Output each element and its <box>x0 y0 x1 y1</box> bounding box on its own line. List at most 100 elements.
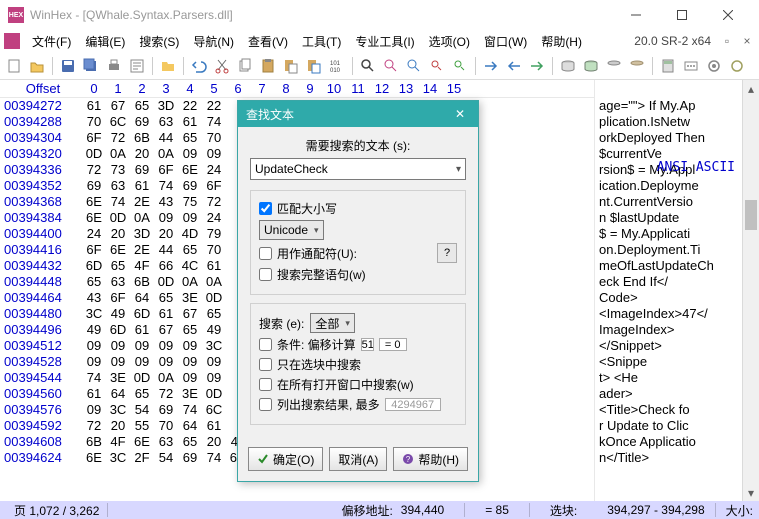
ascii-line: eck End If</ <box>599 274 740 290</box>
statusbar: 页 1,072 / 3,262 偏移地址: 394,440 = 85 选块: 3… <box>0 501 759 519</box>
in-block-checkbox[interactable]: 只在选块中搜索 <box>259 356 457 373</box>
copy-icon[interactable] <box>235 56 255 76</box>
doc-icon <box>4 33 20 49</box>
goto-icon[interactable] <box>481 56 501 76</box>
scroll-up-icon[interactable]: ▴ <box>743 80 759 97</box>
ascii-line: </Snippet> <box>599 338 740 354</box>
menu-edit[interactable]: 编辑(E) <box>79 31 131 52</box>
findtext-icon[interactable] <box>404 56 424 76</box>
menu-protools[interactable]: 专业工具(I) <box>349 31 420 52</box>
folder-icon[interactable] <box>158 56 178 76</box>
chevron-down-icon: ▾ <box>345 318 350 329</box>
clipboard-icon[interactable] <box>258 56 278 76</box>
menu-window[interactable]: 窗口(W) <box>478 31 533 52</box>
save-icon[interactable] <box>58 56 78 76</box>
findnext-icon[interactable] <box>450 56 470 76</box>
ascii-line: <Snippe <box>599 354 740 370</box>
list-max-input[interactable] <box>385 398 441 411</box>
menu-options[interactable]: 选项(O) <box>423 31 476 52</box>
menu-view[interactable]: 查看(V) <box>242 31 294 52</box>
new-icon[interactable] <box>4 56 24 76</box>
offset-label: 偏移地址: <box>333 502 400 519</box>
saveall-icon[interactable] <box>81 56 101 76</box>
menu-help[interactable]: 帮助(H) <box>535 31 588 52</box>
paste2-icon[interactable] <box>304 56 324 76</box>
properties-icon[interactable] <box>127 56 147 76</box>
binary-icon[interactable]: 101010 <box>327 56 347 76</box>
wildcard-help-button[interactable]: ? <box>437 243 457 263</box>
maximize-button[interactable] <box>659 0 705 30</box>
print-icon[interactable] <box>104 56 124 76</box>
list-results-checkbox[interactable]: 列出搜索结果, 最多 <box>259 396 457 413</box>
svg-text:101: 101 <box>330 61 341 67</box>
condition-checkbox[interactable]: 条件: 偏移计算 <box>259 336 457 353</box>
ascii-line: <Title>Check fo <box>599 402 740 418</box>
disk4-icon[interactable] <box>627 56 647 76</box>
back-icon[interactable] <box>504 56 524 76</box>
encoding-select[interactable]: Unicode▾ <box>259 220 324 240</box>
size-label: 大小: <box>726 502 753 519</box>
ascii-line: orkDeployed Then <box>599 130 740 146</box>
scope-select[interactable]: 全部▾ <box>310 313 355 333</box>
ascii-line: on.Deployment.Ti <box>599 242 740 258</box>
cancel-button[interactable]: 取消(A) <box>329 447 387 471</box>
wildcards-checkbox[interactable]: 用作通配符(U):? <box>259 243 457 263</box>
dialog-close-button[interactable]: ✕ <box>450 107 470 121</box>
cond-val2-input[interactable] <box>379 338 407 351</box>
ascii-line: ImageIndex> <box>599 322 740 338</box>
findhex-icon[interactable] <box>381 56 401 76</box>
ok-button[interactable]: 确定(O) <box>248 447 323 471</box>
menu-nav[interactable]: 导航(N) <box>187 31 240 52</box>
dialog-titlebar[interactable]: 查找文本 ✕ <box>238 101 478 127</box>
sel-value: 394,297 - 394,298 <box>607 503 704 517</box>
version-label: 20.0 SR-2 x64 <box>634 34 715 48</box>
cut-icon[interactable] <box>212 56 232 76</box>
minimize-button[interactable] <box>613 0 659 30</box>
ascii-line: <ImageIndex>47</ <box>599 306 740 322</box>
scroll-down-icon[interactable]: ▾ <box>743 484 759 501</box>
findprev-icon[interactable] <box>427 56 447 76</box>
tab-restore-button[interactable]: ▫ <box>719 33 735 49</box>
tab-close-button[interactable]: × <box>739 33 755 49</box>
cond-val1-input[interactable] <box>361 338 374 351</box>
scrollbar[interactable]: ▴ ▾ <box>742 80 759 501</box>
svg-text:010: 010 <box>330 68 341 74</box>
window-title: WinHex - [QWhale.Syntax.Parsers.dll] <box>30 8 613 22</box>
forward-icon[interactable] <box>527 56 547 76</box>
ascii-line: ication.Deployme <box>599 178 740 194</box>
ascii-line: $ = My.Applicati <box>599 226 740 242</box>
ascii-line: Code> <box>599 290 740 306</box>
offset-value: 394,440 <box>401 503 444 517</box>
ascii-line: meOfLastUpdateCh <box>599 258 740 274</box>
chevron-down-icon[interactable]: ▾ <box>456 164 461 175</box>
ascii-line: r Update to Clic <box>599 418 740 434</box>
ascii-line: nt.CurrentVersio <box>599 194 740 210</box>
help-button[interactable]: ?帮助(H) <box>393 447 468 471</box>
paste-icon[interactable] <box>281 56 301 76</box>
find-icon[interactable] <box>358 56 378 76</box>
search-value: UpdateCheck <box>255 162 328 176</box>
all-windows-checkbox[interactable]: 在所有打开窗口中搜索(w) <box>259 376 457 393</box>
disk2-icon[interactable] <box>581 56 601 76</box>
menu-search[interactable]: 搜索(S) <box>133 31 185 52</box>
menu-tools[interactable]: 工具(T) <box>296 31 347 52</box>
disk1-icon[interactable] <box>558 56 578 76</box>
match-case-checkbox[interactable]: 匹配大小写 <box>259 200 457 217</box>
scroll-thumb[interactable] <box>745 200 757 230</box>
calc-icon[interactable] <box>658 56 678 76</box>
ascii-header: ANSI ASCII <box>657 160 735 176</box>
close-button[interactable] <box>705 0 751 30</box>
disk3-icon[interactable] <box>604 56 624 76</box>
undo-icon[interactable] <box>189 56 209 76</box>
gear2-icon[interactable] <box>727 56 747 76</box>
wholewords-checkbox[interactable]: 搜索完整语句(w) <box>259 266 457 283</box>
menu-file[interactable]: 文件(F) <box>26 31 77 52</box>
search-label: 需要搜索的文本 (s): <box>250 137 466 154</box>
opts-icon[interactable] <box>681 56 701 76</box>
gear-icon[interactable] <box>704 56 724 76</box>
open-icon[interactable] <box>27 56 47 76</box>
page-indicator: 页 1,072 / 3,262 <box>6 502 107 519</box>
search-input[interactable]: UpdateCheck ▾ <box>250 158 466 180</box>
eq-value: = 85 <box>485 503 509 517</box>
chevron-down-icon: ▾ <box>314 225 319 236</box>
